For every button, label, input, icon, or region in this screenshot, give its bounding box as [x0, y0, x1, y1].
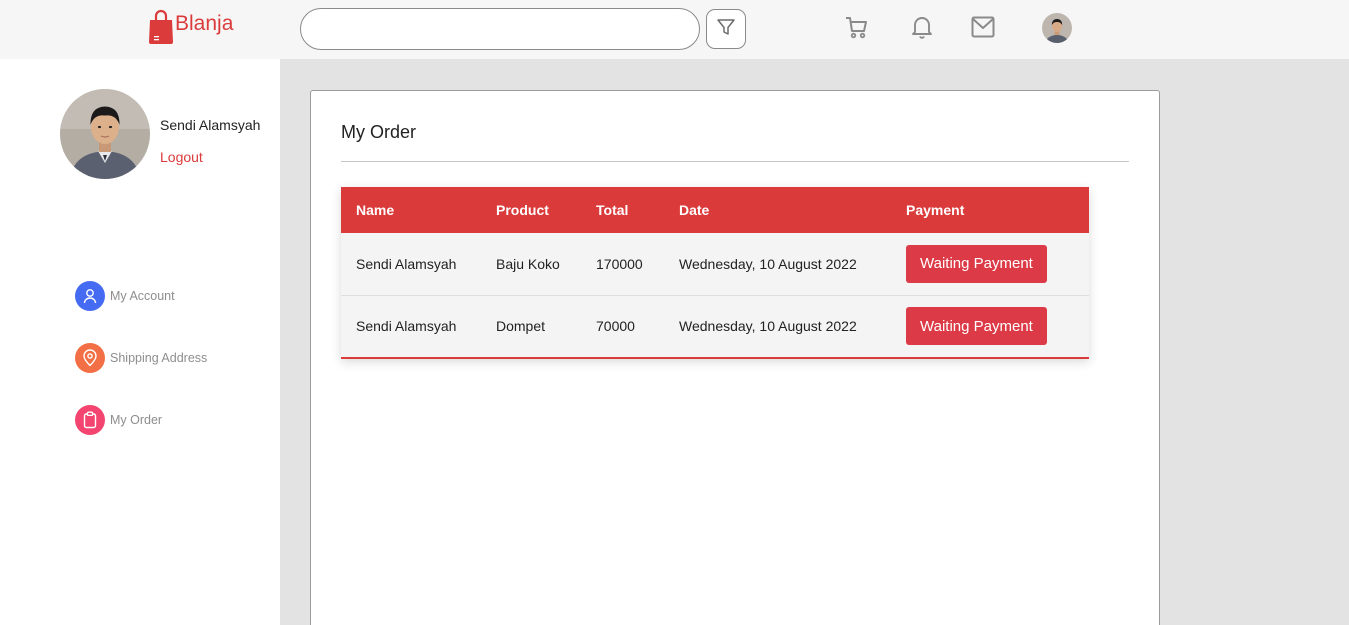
cell-total: 70000 — [596, 318, 635, 335]
sidebar-item-my-account[interactable]: My Account — [75, 281, 175, 311]
column-header-total: Total — [596, 202, 629, 218]
table-row: Sendi Alamsyah Baju Koko 170000 Wednesda… — [341, 233, 1089, 295]
order-table: Name Product Total Date Payment Sendi Al… — [341, 187, 1089, 359]
waiting-payment-button[interactable]: Waiting Payment — [906, 244, 1047, 283]
brand-name: Blanja — [175, 12, 234, 35]
cell-name: Sendi Alamsyah — [356, 255, 457, 272]
column-header-name: Name — [356, 202, 395, 218]
cell-payment: Waiting Payment — [891, 233, 1089, 295]
map-pin-icon — [75, 343, 105, 373]
filter-icon — [716, 17, 736, 42]
brand-logo[interactable]: Blanja — [148, 6, 233, 46]
sidebar-item-shipping-address[interactable]: Shipping Address — [75, 343, 207, 373]
user-icon — [75, 281, 105, 311]
cell-name: Sendi Alamsyah — [356, 318, 457, 335]
profile-name: Sendi Alamsyah — [160, 117, 261, 133]
notification-button[interactable] — [908, 15, 936, 43]
filter-button[interactable] — [706, 9, 746, 49]
top-navbar: Blanja — [0, 0, 1349, 59]
order-card: My Order Name Product Total Date Payment… — [310, 90, 1160, 625]
mail-button[interactable] — [969, 15, 997, 43]
mail-icon — [970, 15, 996, 44]
cell-product: Dompet — [496, 318, 546, 335]
logout-link[interactable]: Logout — [160, 149, 203, 165]
clipboard-icon — [75, 405, 105, 435]
sidebar-item-label: Shipping Address — [110, 351, 208, 365]
search-input[interactable] — [300, 8, 700, 50]
cart-icon — [843, 14, 869, 45]
cell-date: Wednesday, 10 August 2022 — [679, 255, 857, 272]
sidebar-item-label: My Order — [110, 413, 163, 427]
sidebar-item-my-order[interactable]: My Order — [75, 405, 162, 435]
cell-payment: Waiting Payment — [891, 295, 1089, 357]
bell-icon — [910, 14, 934, 45]
profile-photo — [60, 89, 150, 179]
avatar[interactable] — [1042, 13, 1072, 43]
cell-total: 170000 — [596, 255, 643, 272]
cell-date: Wednesday, 10 August 2022 — [679, 318, 857, 335]
table-header-row: Name Product Total Date Payment — [341, 187, 1089, 233]
column-header-date: Date — [679, 202, 710, 218]
divider — [341, 161, 1129, 162]
page-title: My Order — [341, 122, 417, 142]
column-header-product: Product — [496, 202, 549, 218]
shopping-bag-icon — [148, 8, 174, 44]
cart-button[interactable] — [842, 15, 870, 43]
waiting-payment-button[interactable]: Waiting Payment — [906, 307, 1047, 346]
table-row: Sendi Alamsyah Dompet 70000 Wednesday, 1… — [341, 295, 1089, 357]
cell-product: Baju Koko — [496, 255, 560, 272]
column-header-payment: Payment — [906, 202, 965, 218]
sidebar: Sendi Alamsyah Logout My Account Shippin… — [0, 59, 280, 625]
sidebar-item-label: My Account — [110, 289, 175, 303]
